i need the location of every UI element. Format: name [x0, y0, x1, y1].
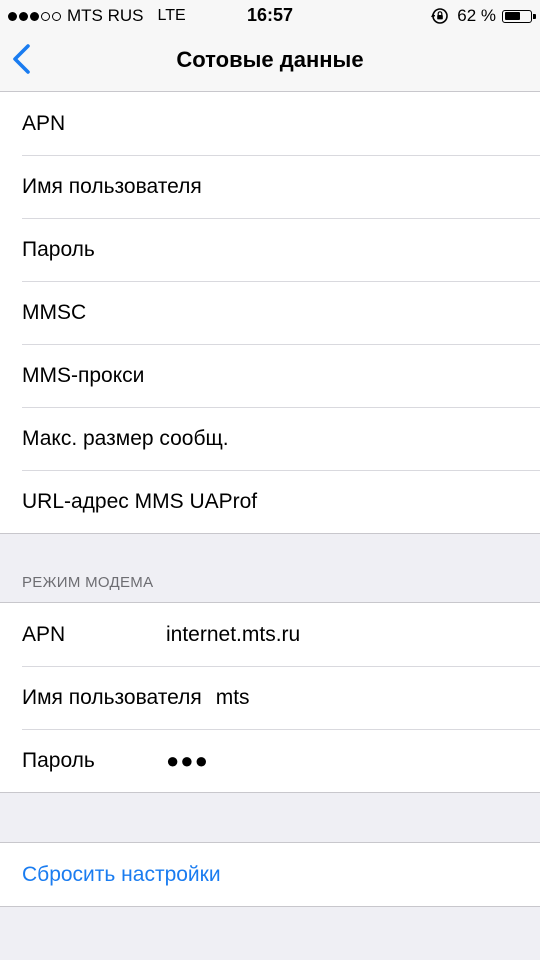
reset-group: Сбросить настройки	[0, 842, 540, 907]
reset-settings-row[interactable]: Сбросить настройки	[0, 843, 540, 906]
modem-password-row[interactable]: Пароль ●●●	[0, 729, 540, 792]
battery-icon	[502, 9, 536, 23]
field-label: Пароль	[22, 748, 95, 772]
field-label: APN	[22, 622, 66, 646]
navigation-bar: Сотовые данные	[0, 30, 540, 92]
field-value: mts	[215, 685, 250, 709]
field-label: Пароль	[22, 237, 95, 261]
cellular-data-group: APN Имя пользователя Пароль MMSC MMS-про…	[0, 92, 540, 534]
mmsc-field-row[interactable]: MMSC	[0, 281, 540, 344]
status-right: 62 %	[431, 6, 536, 26]
field-label: Имя пользователя	[22, 174, 202, 198]
password-field-row[interactable]: Пароль	[0, 218, 540, 281]
status-bar: MTS RUS LTE 16:57 62 %	[0, 0, 540, 30]
reset-settings-button[interactable]: Сбросить настройки	[22, 863, 221, 887]
modem-username-row[interactable]: Имя пользователя mts	[0, 666, 540, 729]
battery-fill	[504, 12, 520, 20]
field-label: Макс. размер сообщ.	[22, 426, 229, 450]
battery-nub	[533, 13, 536, 19]
section-header-modem: РЕЖИМ МОДЕМА	[22, 574, 154, 591]
field-label: MMSC	[22, 300, 87, 324]
modem-apn-row[interactable]: APN internet.mts.ru	[0, 603, 540, 666]
max-message-size-field-row[interactable]: Макс. размер сообщ.	[0, 407, 540, 470]
mms-uaprof-url-field-row[interactable]: URL-адрес MMS UAProf	[0, 470, 540, 533]
field-label: MMS-прокси	[22, 363, 145, 387]
mms-proxy-field-row[interactable]: MMS-прокси	[0, 344, 540, 407]
page-title: Сотовые данные	[176, 47, 364, 72]
password-value: ●●●	[166, 747, 209, 773]
field-label: URL-адрес MMS UAProf	[22, 489, 258, 513]
field-value: internet.mts.ru	[166, 622, 301, 646]
rotation-lock-icon	[431, 8, 449, 24]
field-label: APN	[22, 111, 66, 135]
apn-field-row[interactable]: APN	[0, 92, 540, 155]
battery-percent: 62 %	[457, 6, 496, 25]
modem-group: APN internet.mts.ru Имя пользователя mts…	[0, 602, 540, 793]
field-label: Имя пользователя	[22, 685, 202, 709]
username-field-row[interactable]: Имя пользователя	[0, 155, 540, 218]
